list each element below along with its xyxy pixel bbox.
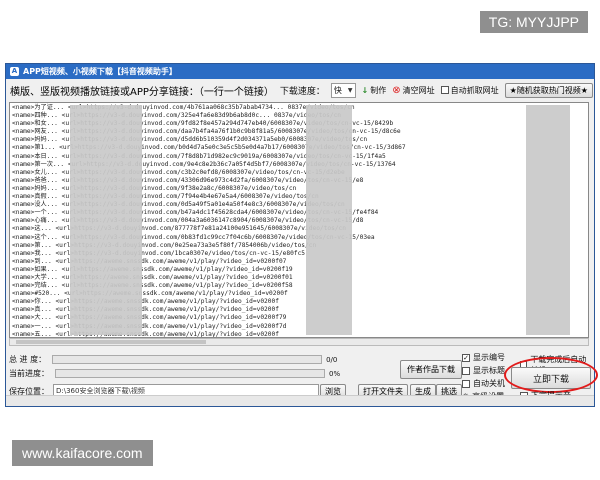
show-title-checkbox[interactable] [462, 366, 470, 375]
app-window: A APP短视频、小视频下载【抖音视频助手】 横版、竖版视频播放链接或APP分享… [5, 63, 598, 407]
random-hot-button[interactable]: ★随机获取热门视频★ [504, 82, 593, 98]
auto-shutdown-checkbox[interactable] [462, 379, 470, 388]
show-number-option[interactable]: ✓ 显示编号 [462, 352, 505, 363]
total-progress-bar [52, 355, 323, 364]
total-progress-row: 总 进 度： 0/0 [9, 354, 337, 365]
chevron-down-icon: ▼ [347, 86, 353, 94]
show-title-option[interactable]: 显示标题 [462, 365, 505, 376]
horizontal-scrollbar[interactable] [9, 338, 589, 346]
total-progress-value: 0/0 [326, 355, 338, 364]
current-progress-value: 0% [329, 369, 341, 378]
highlight-circle [504, 357, 598, 393]
download-icon: ↓ [361, 85, 369, 95]
speed-select[interactable]: 快 ▼ [330, 82, 356, 98]
total-progress-label: 总 进 度： [9, 355, 47, 364]
current-progress-row: 当前进度： 0% [9, 368, 340, 379]
speed-value: 快 [333, 85, 342, 95]
current-progress-bar [55, 369, 325, 378]
toolbar: 横版、竖版视频播放链接或APP分享链接：（一行一个链接） 下载速度： 快 ▼ ↓… [6, 79, 594, 101]
make-button[interactable]: ↓ 制作 [362, 85, 387, 96]
tg-watermark: TG: MYYJJPP [479, 11, 588, 33]
window-title: APP短视频、小视频下载【抖音视频助手】 [23, 67, 177, 76]
title-bar: A APP短视频、小视频下载【抖音视频助手】 [6, 64, 594, 79]
current-progress-label: 当前进度： [9, 369, 49, 378]
auto-capture-toggle[interactable]: 自动抓取网址 [440, 85, 499, 96]
blurred-region [70, 105, 142, 335]
clear-icon: ⊗ [392, 84, 401, 96]
clear-urls-button[interactable]: ⊗ 清空网址 [392, 85, 434, 96]
blurred-region [306, 105, 352, 335]
auto-shutdown-option[interactable]: 自动关机 [462, 378, 505, 389]
status-bar [6, 395, 594, 406]
blurred-region [526, 105, 570, 335]
auto-capture-checkbox[interactable] [440, 86, 449, 94]
author-download-button[interactable]: 作者作品下载 [400, 360, 462, 379]
speed-label: 下载速度： [279, 86, 325, 97]
site-watermark: www.kaifacore.com [12, 440, 153, 466]
scrollbar-thumb[interactable] [16, 340, 206, 344]
link-prompt: 横版、竖版视频播放链接或APP分享链接：（一行一个链接） [10, 86, 274, 98]
app-icon: A [10, 67, 19, 76]
show-number-checkbox[interactable]: ✓ [462, 353, 470, 362]
